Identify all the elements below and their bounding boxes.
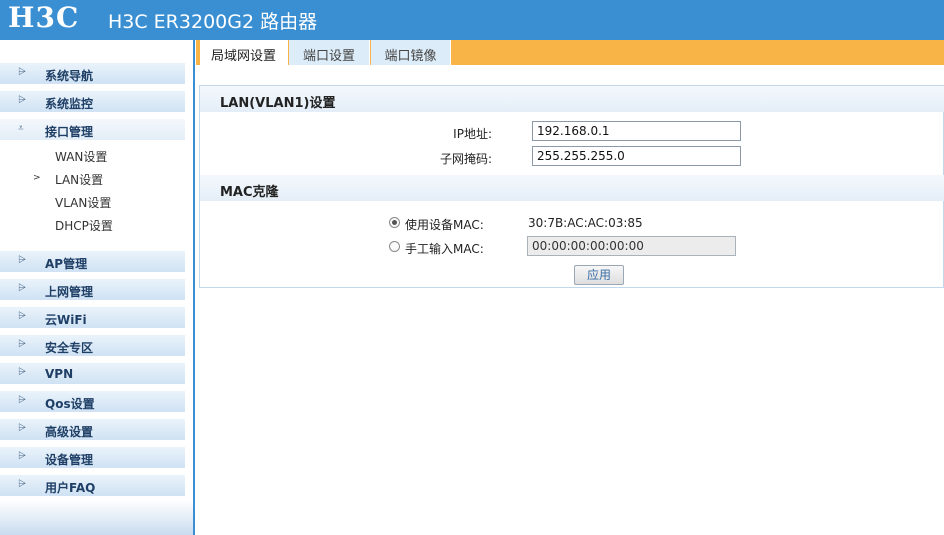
sidebar-item-label: 系统监控 <box>45 97 94 111</box>
app-header: H3C H3C ER3200G2 路由器 <box>0 0 944 40</box>
sidebar-item-label: 接口管理 <box>45 125 94 139</box>
ip-address-input[interactable] <box>532 121 741 141</box>
expand-arrow-icon: ⩥ <box>18 311 26 322</box>
sidebar-item-qos[interactable]: ⩥ Qos设置 <box>0 391 185 413</box>
expand-arrow-icon: ⩥ <box>18 283 26 294</box>
sidebar-item-label: AP管理 <box>45 257 88 271</box>
manual-mac-input[interactable] <box>527 236 736 256</box>
sidebar-item-label: 云WiFi <box>45 313 87 327</box>
expand-arrow-icon: ⩥ <box>18 479 26 490</box>
sidebar-subitem-wan[interactable]: WAN设置 <box>55 148 107 165</box>
current-arrow-icon: > <box>33 173 41 183</box>
page-title: H3C ER3200G2 路由器 <box>108 11 318 33</box>
sidebar-item-cloud-wifi[interactable]: ⩥ 云WiFi <box>0 307 185 329</box>
sidebar-subitem-dhcp[interactable]: DHCP设置 <box>55 217 113 234</box>
sidebar-item-security[interactable]: ⩥ 安全专区 <box>0 335 185 357</box>
sidebar-item-system-monitor[interactable]: ⩥ 系统监控 <box>0 91 185 113</box>
brand-logo: H3C <box>8 1 80 34</box>
sidebar-item-ap-mgmt[interactable]: ⩥ AP管理 <box>0 251 185 273</box>
manual-mac-label: 手工输入MAC: <box>405 242 484 256</box>
sidebar-subitem-lan[interactable]: LAN设置 <box>55 171 103 188</box>
sidebar-item-label: 系统导航 <box>45 69 94 83</box>
sidebar-item-label: VPN <box>45 367 74 381</box>
expand-arrow-icon: ⩥ <box>18 67 26 78</box>
device-mac-value: 30:7B:AC:AC:03:85 <box>528 216 643 230</box>
expand-arrow-icon: ⩥ <box>18 423 26 434</box>
collapse-arrow-icon: ⩡ <box>18 123 24 134</box>
tab-port-settings[interactable]: 端口设置 <box>289 40 370 65</box>
ip-address-label: IP地址: <box>453 127 492 141</box>
use-device-mac-radio[interactable] <box>389 217 400 228</box>
sidebar-item-label: 用户FAQ <box>45 481 96 495</box>
mac-section-header: MAC克隆 <box>200 175 944 201</box>
expand-arrow-icon: ⩥ <box>18 95 26 106</box>
sidebar-item-label: 设备管理 <box>45 453 94 467</box>
subnet-mask-input[interactable] <box>532 146 741 166</box>
sidebar-item-device-mgmt[interactable]: ⩥ 设备管理 <box>0 447 185 469</box>
sidebar-item-faq[interactable]: ⩥ 用户FAQ <box>0 475 185 497</box>
sidebar-item-label: 高级设置 <box>45 425 94 439</box>
manual-mac-radio[interactable] <box>389 241 400 252</box>
expand-arrow-icon: ⩥ <box>18 395 26 406</box>
expand-arrow-icon: ⩥ <box>18 367 26 378</box>
sidebar-item-internet-mgmt[interactable]: ⩥ 上网管理 <box>0 279 185 301</box>
tab-port-mirror[interactable]: 端口镜像 <box>371 40 451 65</box>
sidebar-divider <box>193 40 195 535</box>
expand-arrow-icon: ⩥ <box>18 255 26 266</box>
sidebar-item-vpn[interactable]: ⩥ VPN <box>0 363 185 385</box>
apply-button[interactable]: 应用 <box>574 265 624 285</box>
use-device-mac-label: 使用设备MAC: <box>405 218 484 232</box>
lan-section-header: LAN(VLAN1)设置 <box>200 86 944 112</box>
sidebar-item-interface-mgmt[interactable]: ⩡ 接口管理 <box>0 119 185 141</box>
sidebar-item-system-nav[interactable]: ⩥ 系统导航 <box>0 63 185 85</box>
mac-section-title: MAC克隆 <box>220 185 279 200</box>
sidebar-item-label: 上网管理 <box>45 285 94 299</box>
tab-lan-settings[interactable]: 局域网设置 <box>200 40 288 65</box>
sidebar-item-label: Qos设置 <box>45 397 95 411</box>
sidebar-item-advanced[interactable]: ⩥ 高级设置 <box>0 419 185 441</box>
tab-bar: 局域网设置 端口设置 端口镜像 <box>196 40 944 65</box>
lan-section-title: LAN(VLAN1)设置 <box>220 96 336 111</box>
expand-arrow-icon: ⩥ <box>18 451 26 462</box>
subnet-mask-label: 子网掩码: <box>439 152 492 166</box>
expand-arrow-icon: ⩥ <box>18 339 26 350</box>
sidebar-subitem-vlan[interactable]: VLAN设置 <box>55 194 111 211</box>
sidebar-item-label: 安全专区 <box>45 341 94 355</box>
